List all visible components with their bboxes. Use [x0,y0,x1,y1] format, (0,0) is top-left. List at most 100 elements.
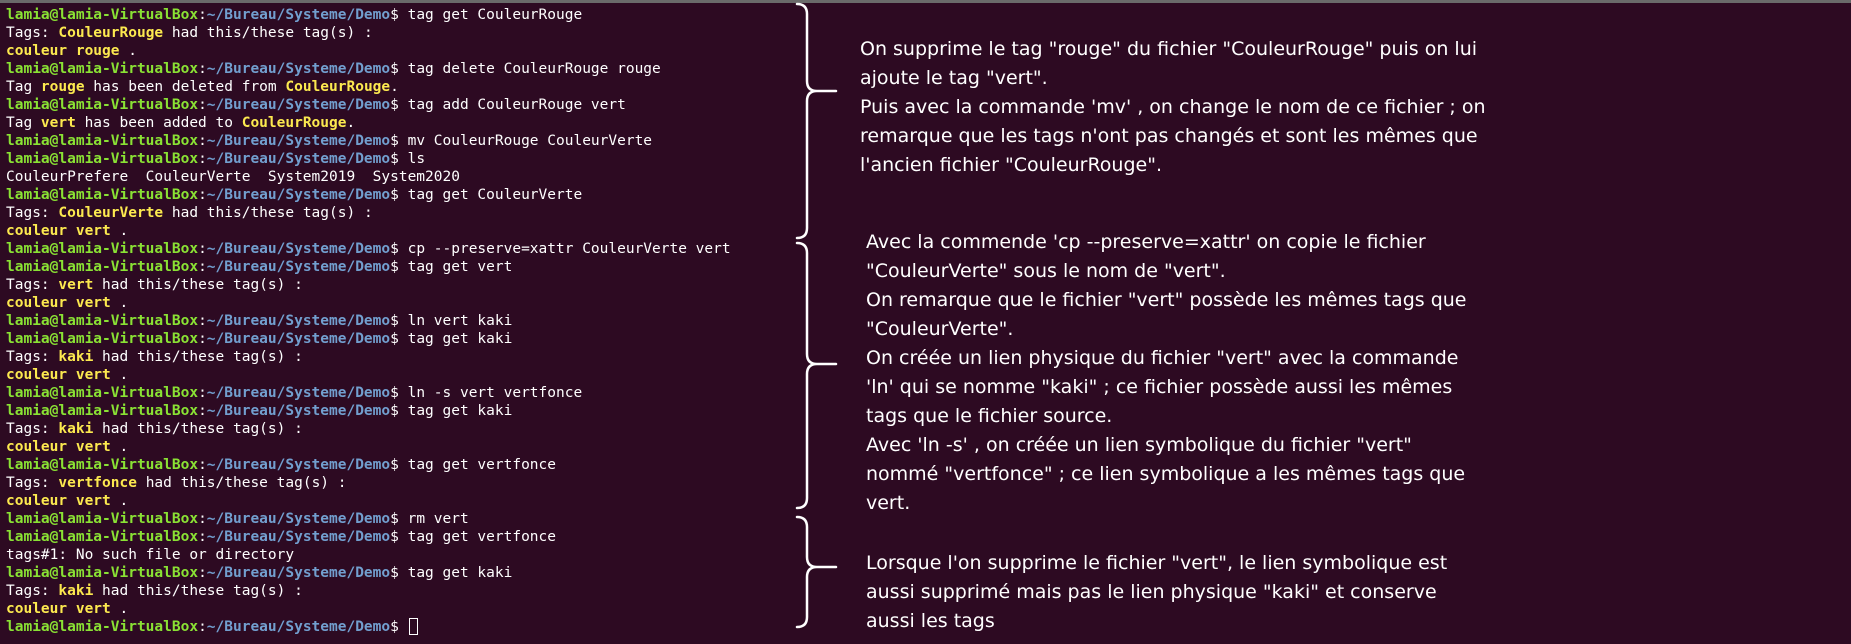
command-text: mv CouleurRouge CouleurVerte [407,133,653,149]
prompt-user: lamia@lamia-VirtualBox [6,187,199,203]
annotation-1: On supprime le tag "rouge" du fichier "C… [860,35,1486,180]
output-text: had this/these tag(s) : [163,205,373,221]
command-line: lamia@lamia-VirtualBox:~/Bureau/Systeme/… [6,240,806,258]
output-text: Tags: [6,475,59,491]
output-line: Tags: CouleurVerte had this/these tag(s)… [6,204,806,222]
annotation-line: aussi supprimé mais pas le lien physique… [866,581,1437,603]
prompt-path: ~/Bureau/Systeme/Demo [206,97,391,113]
output-line: tags#1: No such file or directory [6,546,806,564]
prompt-dollar: $ [390,511,399,527]
prompt-path: ~/Bureau/Systeme/Demo [206,151,391,167]
prompt-path: ~/Bureau/Systeme/Demo [206,331,391,347]
prompt-separator: : [198,7,207,23]
prompt-path: ~/Bureau/Systeme/Demo [206,259,391,275]
prompt-dollar: $ [390,529,399,545]
output-line: Tags: kaki had this/these tag(s) : [6,348,806,366]
output-text: had this/these tag(s) : [136,475,347,491]
prompt-user: lamia@lamia-VirtualBox [6,7,199,23]
prompt-path: ~/Bureau/Systeme/Demo [206,619,391,635]
prompt-dollar: $ [390,241,399,257]
annotation-line: tags que le fichier source. [866,405,1113,427]
output-text: . [110,493,129,509]
prompt-dollar: $ [390,187,399,203]
output-text: had this/these tag(s) : [93,421,303,437]
annotation-3: Lorsque l'on supprime le fichier "vert",… [866,549,1447,636]
command-line: lamia@lamia-VirtualBox:~/Bureau/Systeme/… [6,258,806,276]
output-text: Tag [6,115,41,131]
prompt-separator: : [198,565,207,581]
output-text: Tag [6,79,41,95]
output-text: Tags: [6,205,59,221]
command-line: lamia@lamia-VirtualBox:~/Bureau/Systeme/… [6,312,806,330]
output-text: . [110,223,129,239]
prompt-separator: : [198,457,207,473]
prompt-dollar: $ [390,133,399,149]
output-text: . [110,295,129,311]
prompt-path: ~/Bureau/Systeme/Demo [206,61,391,77]
prompt-separator: : [198,385,207,401]
prompt-separator: : [198,133,207,149]
output-line: couleur vert . [6,294,806,312]
output-line: Tag vert has been added to CouleurRouge. [6,114,806,132]
output-text: . [119,43,137,59]
output-text: had this/these tag(s) : [93,277,303,293]
prompt-user: lamia@lamia-VirtualBox [6,403,199,419]
command-line: lamia@lamia-VirtualBox:~/Bureau/Systeme/… [6,60,806,78]
output-line: couleur vert . [6,366,806,384]
annotation-line: Avec la commende 'cp --preserve=xattr' o… [866,231,1426,253]
command-text: tag add CouleurRouge vert [407,97,626,113]
highlighted-text: CouleurRouge [285,79,391,95]
prompt-path: ~/Bureau/Systeme/Demo [206,403,391,419]
output-text: CouleurPrefere CouleurVerte System2019 S… [6,169,460,185]
command-line: lamia@lamia-VirtualBox:~/Bureau/Systeme/… [6,510,806,528]
command-line: lamia@lamia-VirtualBox:~/Bureau/Systeme/… [6,564,806,582]
output-line: couleur vert . [6,222,806,240]
output-text: . [110,601,129,617]
command-line: lamia@lamia-VirtualBox:~/Bureau/Systeme/… [6,150,806,168]
prompt-user: lamia@lamia-VirtualBox [6,565,199,581]
command-text: ls [407,151,426,167]
prompt-dollar: $ [390,385,399,401]
output-text: tags#1: No such file or directory [6,547,295,563]
highlighted-text: couleur vert [6,295,111,311]
prompt-separator: : [198,511,207,527]
command-line: lamia@lamia-VirtualBox:~/Bureau/Systeme/… [6,132,806,150]
prompt-separator: : [198,61,207,77]
output-line: Tags: vert had this/these tag(s) : [6,276,806,294]
output-text: had this/these tag(s) : [93,583,303,599]
annotation-line: On créée un lien physique du fichier "ve… [866,347,1459,369]
prompt-path: ~/Bureau/Systeme/Demo [206,385,391,401]
command-text: cp --preserve=xattr CouleurVerte vert [407,241,731,257]
prompt-user: lamia@lamia-VirtualBox [6,151,199,167]
prompt-path: ~/Bureau/Systeme/Demo [206,529,391,545]
annotation-line: aussi les tags [866,610,995,632]
prompt-separator: : [198,151,207,167]
prompt-user: lamia@lamia-VirtualBox [6,133,199,149]
prompt-user: lamia@lamia-VirtualBox [6,331,199,347]
command-line: lamia@lamia-VirtualBox:~/Bureau/Systeme/… [6,618,806,636]
output-text: . [346,115,356,131]
output-line: Tags: kaki had this/these tag(s) : [6,582,806,600]
output-text: Tags: [6,25,59,41]
prompt-user: lamia@lamia-VirtualBox [6,61,199,77]
prompt-path: ~/Bureau/Systeme/Demo [206,187,391,203]
command-line: lamia@lamia-VirtualBox:~/Bureau/Systeme/… [6,456,806,474]
prompt-user: lamia@lamia-VirtualBox [6,241,199,257]
annotation-line: nommé "vertfonce" ; ce lien symbolique a… [866,463,1466,485]
output-line: couleur vert . [6,492,806,510]
command-text: tag get kaki [407,565,513,581]
brace-2 [795,241,838,510]
output-line: Tag rouge has been deleted from CouleurR… [6,78,806,96]
prompt-dollar: $ [390,331,399,347]
terminal-output[interactable]: lamia@lamia-VirtualBox:~/Bureau/Systeme/… [6,6,806,642]
prompt-user: lamia@lamia-VirtualBox [6,313,199,329]
output-line: Tags: CouleurRouge had this/these tag(s)… [6,24,806,42]
output-line: CouleurPrefere CouleurVerte System2019 S… [6,168,806,186]
output-text: Tags: [6,421,59,437]
command-line: lamia@lamia-VirtualBox:~/Bureau/Systeme/… [6,384,806,402]
command-text: tag get vertfonce [407,457,556,473]
prompt-separator: : [198,97,207,113]
prompt-user: lamia@lamia-VirtualBox [6,385,199,401]
annotation-line: l'ancien fichier "CouleurRouge". [860,154,1162,176]
prompt-separator: : [198,241,207,257]
